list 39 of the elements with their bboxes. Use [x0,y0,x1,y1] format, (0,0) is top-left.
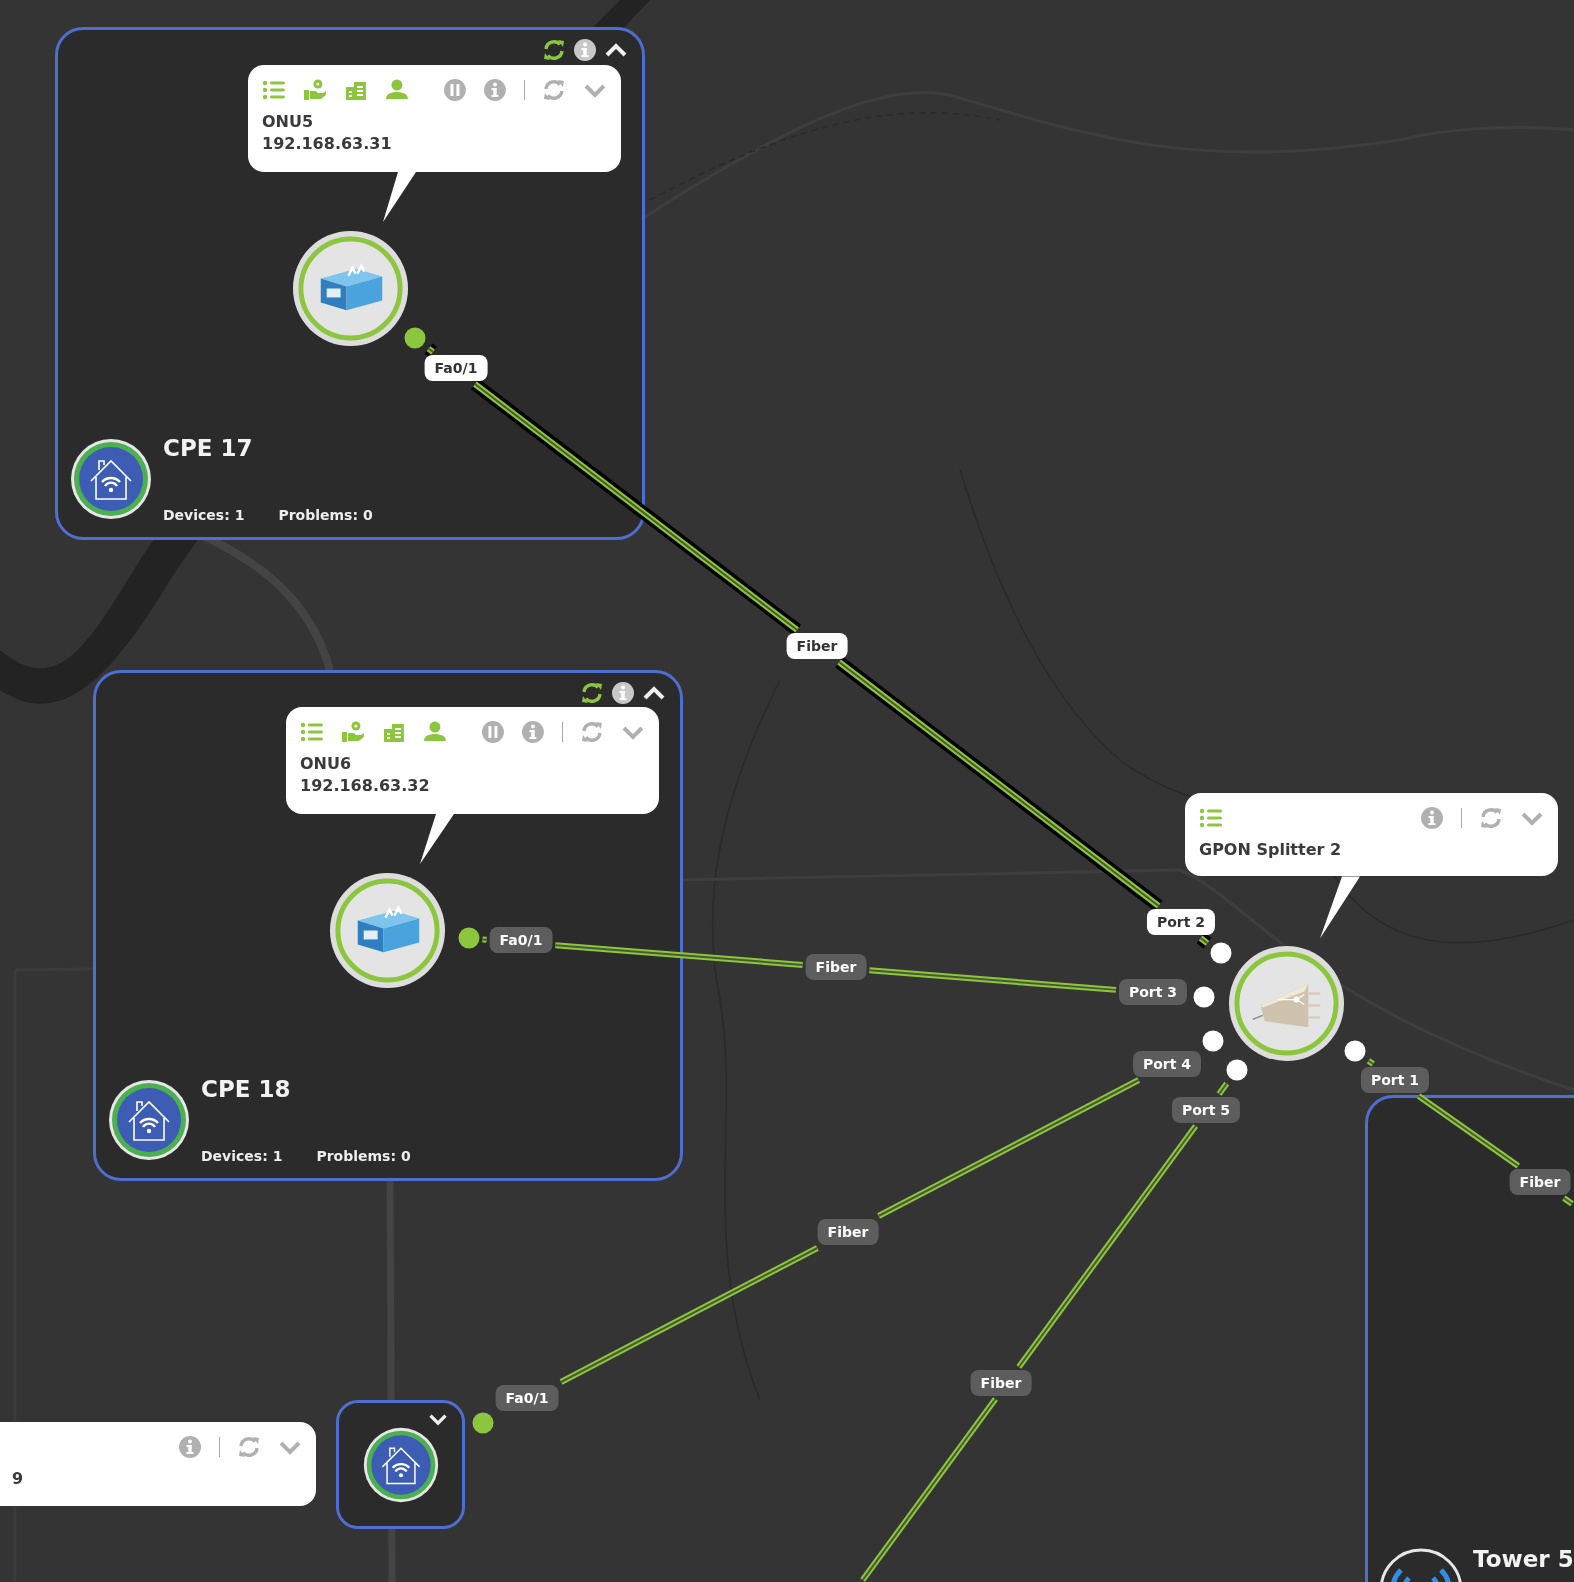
info-icon[interactable] [611,681,635,705]
house-wifi-icon[interactable] [107,1078,191,1162]
link-label: Fiber [970,1370,1032,1396]
port-label: Port 5 [1171,1097,1241,1123]
link-label: Fiber [805,954,867,980]
device-name: GPON Splitter 2 [1199,839,1343,861]
group-title: Tower 5 [1473,1546,1574,1572]
device-name: 9 [11,1468,25,1490]
refresh-icon[interactable] [580,681,604,705]
link-label: Fiber [786,633,848,659]
house-wifi-icon[interactable] [69,437,153,521]
port-label: Port 1 [1360,1067,1430,1093]
device-ip: 192.168.63.32 [300,775,431,797]
splitter-icon[interactable] [1227,944,1346,1063]
port-label: Port 3 [1118,979,1188,1005]
device-ip: 192.168.63.31 [262,133,393,155]
port-label: Fa0/1 [495,1385,559,1411]
info-icon[interactable] [573,38,597,62]
device-name: ONU6 [300,753,353,775]
link-label: Fiber [1509,1169,1571,1195]
port-label: Port 4 [1132,1051,1202,1077]
fiber-segment[interactable] [554,942,804,968]
group-stat: Problems: 0 [278,507,373,523]
refresh-icon[interactable] [542,38,566,62]
group-title: CPE 17 [163,435,254,461]
onu-box-icon[interactable] [328,871,447,990]
port-label: Fa0/1 [489,927,553,953]
group-stat: Devices: 1 [201,1148,283,1164]
group-title: CPE 18 [201,1076,292,1102]
device-name: ONU5 [262,111,315,133]
port-label: Port 2 [1146,909,1216,935]
group-stat: Devices: 1 [163,507,245,523]
fiber-segment[interactable] [1416,1093,1520,1169]
house-wifi-icon[interactable] [361,1425,440,1504]
group-stat: Problems: 0 [316,1148,411,1164]
fiber-segment[interactable] [868,967,1117,993]
link-label: Fiber [817,1219,879,1245]
port-label: Fa0/1 [424,355,488,381]
onu-box-icon[interactable] [291,229,410,348]
